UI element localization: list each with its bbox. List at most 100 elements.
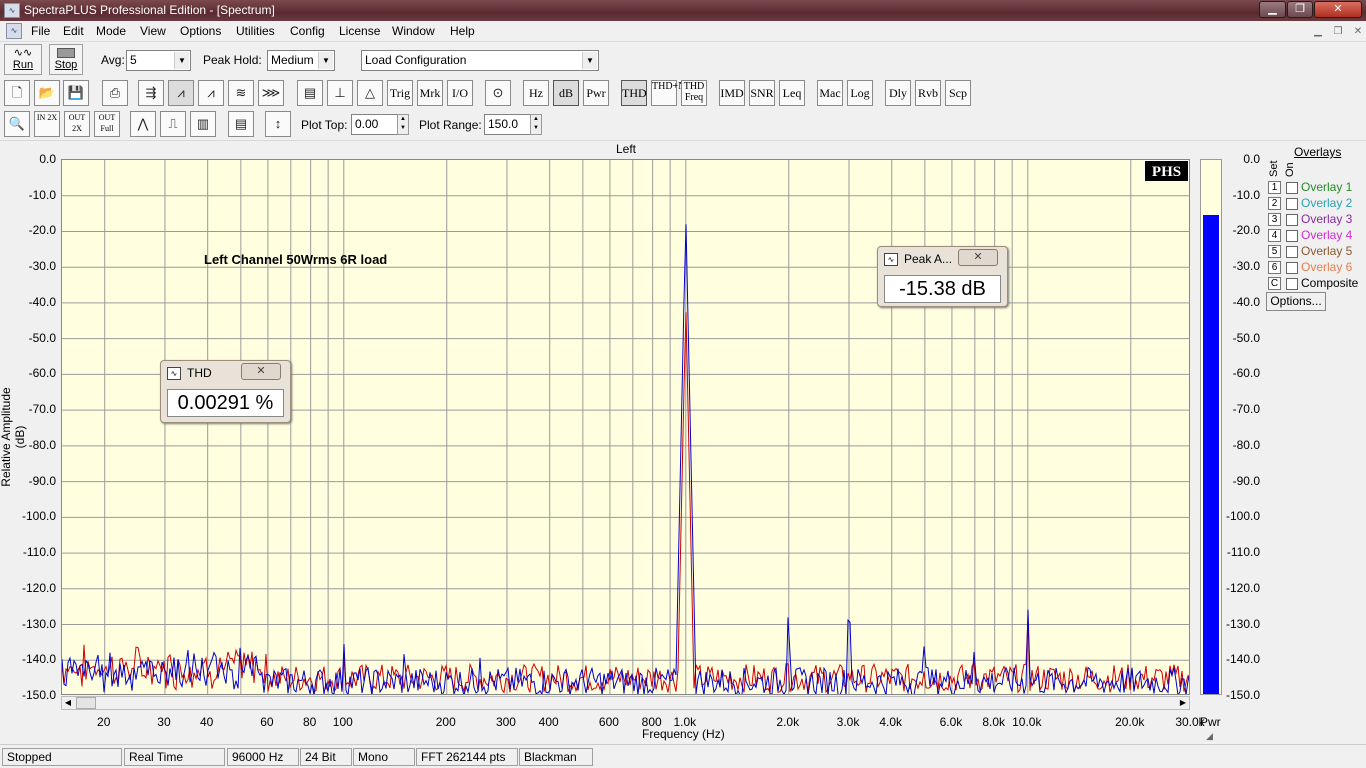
vertical-scale-icon[interactable]: ↕ bbox=[265, 111, 291, 137]
save-icon[interactable]: 💾 bbox=[63, 80, 89, 106]
resize-grip-icon[interactable]: ◢ bbox=[1206, 731, 1213, 742]
configuration-select[interactable]: Load Configuration ▼ bbox=[361, 50, 599, 71]
overlay-set-button[interactable]: 3 bbox=[1268, 213, 1281, 226]
overlay-checkbox[interactable] bbox=[1286, 198, 1298, 210]
y-tick-label: -150.0 bbox=[21, 688, 56, 702]
stop-button[interactable]: Stop bbox=[49, 44, 83, 75]
overlay-checkbox[interactable] bbox=[1286, 278, 1298, 290]
plot-range-input[interactable]: 150.0 bbox=[484, 114, 531, 135]
zoom-in-2x-button[interactable]: IN 2X bbox=[34, 111, 60, 137]
close-button[interactable]: ✕ bbox=[1314, 1, 1362, 18]
print-icon[interactable]: ⎙ bbox=[102, 80, 128, 106]
overlay-set-button[interactable]: C bbox=[1268, 277, 1281, 290]
spectrum-mode-icon[interactable]: ⩘ bbox=[168, 80, 194, 106]
line-graph-icon[interactable]: ⋀ bbox=[130, 111, 156, 137]
thd-popup[interactable]: ∿ THD ✕ 0.00291 % bbox=[160, 360, 291, 423]
trig-button[interactable]: Trig bbox=[387, 80, 413, 106]
menu-license[interactable]: License bbox=[339, 24, 380, 38]
mdi-minimize-icon[interactable]: ▁ bbox=[1310, 25, 1326, 39]
menu-utilities[interactable]: Utilities bbox=[236, 24, 275, 38]
reverb-button[interactable]: Rvb bbox=[915, 80, 941, 106]
db-button[interactable]: dB bbox=[553, 80, 579, 106]
menu-options[interactable]: Options bbox=[180, 24, 221, 38]
mdi-restore-icon[interactable]: ❐ bbox=[1330, 25, 1346, 39]
snr-button[interactable]: SNR bbox=[749, 80, 775, 106]
run-button[interactable]: ∿∿ Run bbox=[4, 44, 42, 75]
menu-window[interactable]: Window bbox=[392, 24, 435, 38]
menu-config[interactable]: Config bbox=[290, 24, 325, 38]
menu-edit[interactable]: Edit bbox=[63, 24, 84, 38]
new-file-icon[interactable]: 🗋 bbox=[4, 80, 30, 106]
forward-icon[interactable]: ⇶ bbox=[138, 80, 164, 106]
3d-surface-icon[interactable]: ⋙ bbox=[258, 80, 284, 106]
close-icon[interactable]: ✕ bbox=[958, 249, 998, 266]
spectrogram-icon[interactable]: ≋ bbox=[228, 80, 254, 106]
minimize-button[interactable]: ▁ bbox=[1259, 1, 1286, 18]
scroll-thumb[interactable] bbox=[76, 697, 96, 709]
app-icon[interactable]: ∿ bbox=[4, 3, 20, 18]
overlay-checkbox[interactable] bbox=[1286, 182, 1298, 194]
pwr-button[interactable]: Pwr bbox=[583, 80, 609, 106]
horizontal-scrollbar[interactable]: ◀ ▶ bbox=[61, 696, 1190, 710]
scroll-left-icon[interactable]: ◀ bbox=[62, 697, 74, 709]
open-file-icon[interactable]: 📂 bbox=[34, 80, 60, 106]
meter-tick-label: -50.0 bbox=[1232, 330, 1260, 345]
menu-file[interactable]: File bbox=[31, 24, 50, 38]
menu-view[interactable]: View bbox=[140, 24, 166, 38]
plot-range-spinner[interactable]: ▲ ▼ bbox=[530, 114, 542, 135]
thd-freq-button[interactable]: THD Freq bbox=[681, 80, 707, 106]
document-icon[interactable]: ∿ bbox=[6, 23, 22, 39]
scope-button[interactable]: Scp bbox=[945, 80, 971, 106]
restore-button[interactable]: ❐ bbox=[1287, 1, 1313, 18]
ruler-icon[interactable]: ⊥ bbox=[327, 80, 353, 106]
menu-help[interactable]: Help bbox=[450, 24, 475, 38]
overlay-set-button[interactable]: 5 bbox=[1268, 245, 1281, 258]
triangle-icon[interactable]: △ bbox=[357, 80, 383, 106]
thd-n-button[interactable]: THD+N bbox=[651, 80, 685, 106]
overlays-title[interactable]: Overlays bbox=[1294, 145, 1341, 159]
delay-button[interactable]: Dly bbox=[885, 80, 911, 106]
level-meter-fill bbox=[1203, 214, 1219, 694]
marker-button[interactable]: Mrk bbox=[417, 80, 443, 106]
sawtooth-icon[interactable]: ⩘ bbox=[198, 80, 224, 106]
peak-hold-select[interactable]: Medium ▼ bbox=[267, 50, 335, 71]
peak-amplitude-popup[interactable]: ∿ Peak A... ✕ -15.38 dB bbox=[877, 246, 1008, 307]
overlay-set-button[interactable]: 6 bbox=[1268, 261, 1281, 274]
spectrum-plot[interactable] bbox=[61, 159, 1190, 695]
status-window: Blackman bbox=[519, 748, 593, 766]
zoom-out-2x-button[interactable]: OUT 2X bbox=[64, 111, 90, 137]
zoom-out-full-button[interactable]: OUT Full bbox=[94, 111, 120, 137]
thd-button[interactable]: THD bbox=[621, 80, 647, 106]
step-graph-icon[interactable]: ⎍ bbox=[160, 111, 186, 137]
x-axis-label: Frequency (Hz) bbox=[642, 727, 725, 741]
macro-button[interactable]: Mac bbox=[817, 80, 843, 106]
overlay-list-icon[interactable]: ▤ bbox=[228, 111, 254, 137]
status-bit-depth: 24 Bit bbox=[300, 748, 352, 766]
overlay-set-button[interactable]: 1 bbox=[1268, 181, 1281, 194]
mdi-close-icon[interactable]: ✕ bbox=[1350, 25, 1366, 39]
close-icon[interactable]: ✕ bbox=[241, 363, 281, 380]
overlay-label: Overlay 4 bbox=[1301, 228, 1353, 242]
meter-tick-label: -100.0 bbox=[1226, 509, 1261, 524]
overlay-set-button[interactable]: 2 bbox=[1268, 197, 1281, 210]
menu-mode[interactable]: Mode bbox=[96, 24, 126, 38]
report-icon[interactable]: ▤ bbox=[297, 80, 323, 106]
bar-graph-icon[interactable]: ▥ bbox=[190, 111, 216, 137]
overlay-checkbox[interactable] bbox=[1286, 246, 1298, 258]
plot-top-spinner[interactable]: ▲ ▼ bbox=[397, 114, 409, 135]
magnifier-icon[interactable]: 🔍 bbox=[4, 111, 30, 137]
overlay-checkbox[interactable] bbox=[1286, 214, 1298, 226]
io-button[interactable]: I/O bbox=[447, 80, 473, 106]
log-button[interactable]: Log bbox=[847, 80, 873, 106]
leq-button[interactable]: Leq bbox=[779, 80, 805, 106]
imd-button[interactable]: IMD bbox=[719, 80, 745, 106]
overlay-checkbox[interactable] bbox=[1286, 262, 1298, 274]
plot-top-input[interactable]: 0.00 bbox=[351, 114, 398, 135]
overlay-options-button[interactable]: Options... bbox=[1266, 292, 1326, 311]
overlay-set-button[interactable]: 4 bbox=[1268, 229, 1281, 242]
overlay-checkbox[interactable] bbox=[1286, 230, 1298, 242]
hz-button[interactable]: Hz bbox=[523, 80, 549, 106]
signal-generator-icon[interactable]: ⊙ bbox=[485, 80, 511, 106]
avg-select[interactable]: 5 ▼ bbox=[126, 50, 191, 71]
scroll-right-icon[interactable]: ▶ bbox=[1177, 697, 1189, 709]
